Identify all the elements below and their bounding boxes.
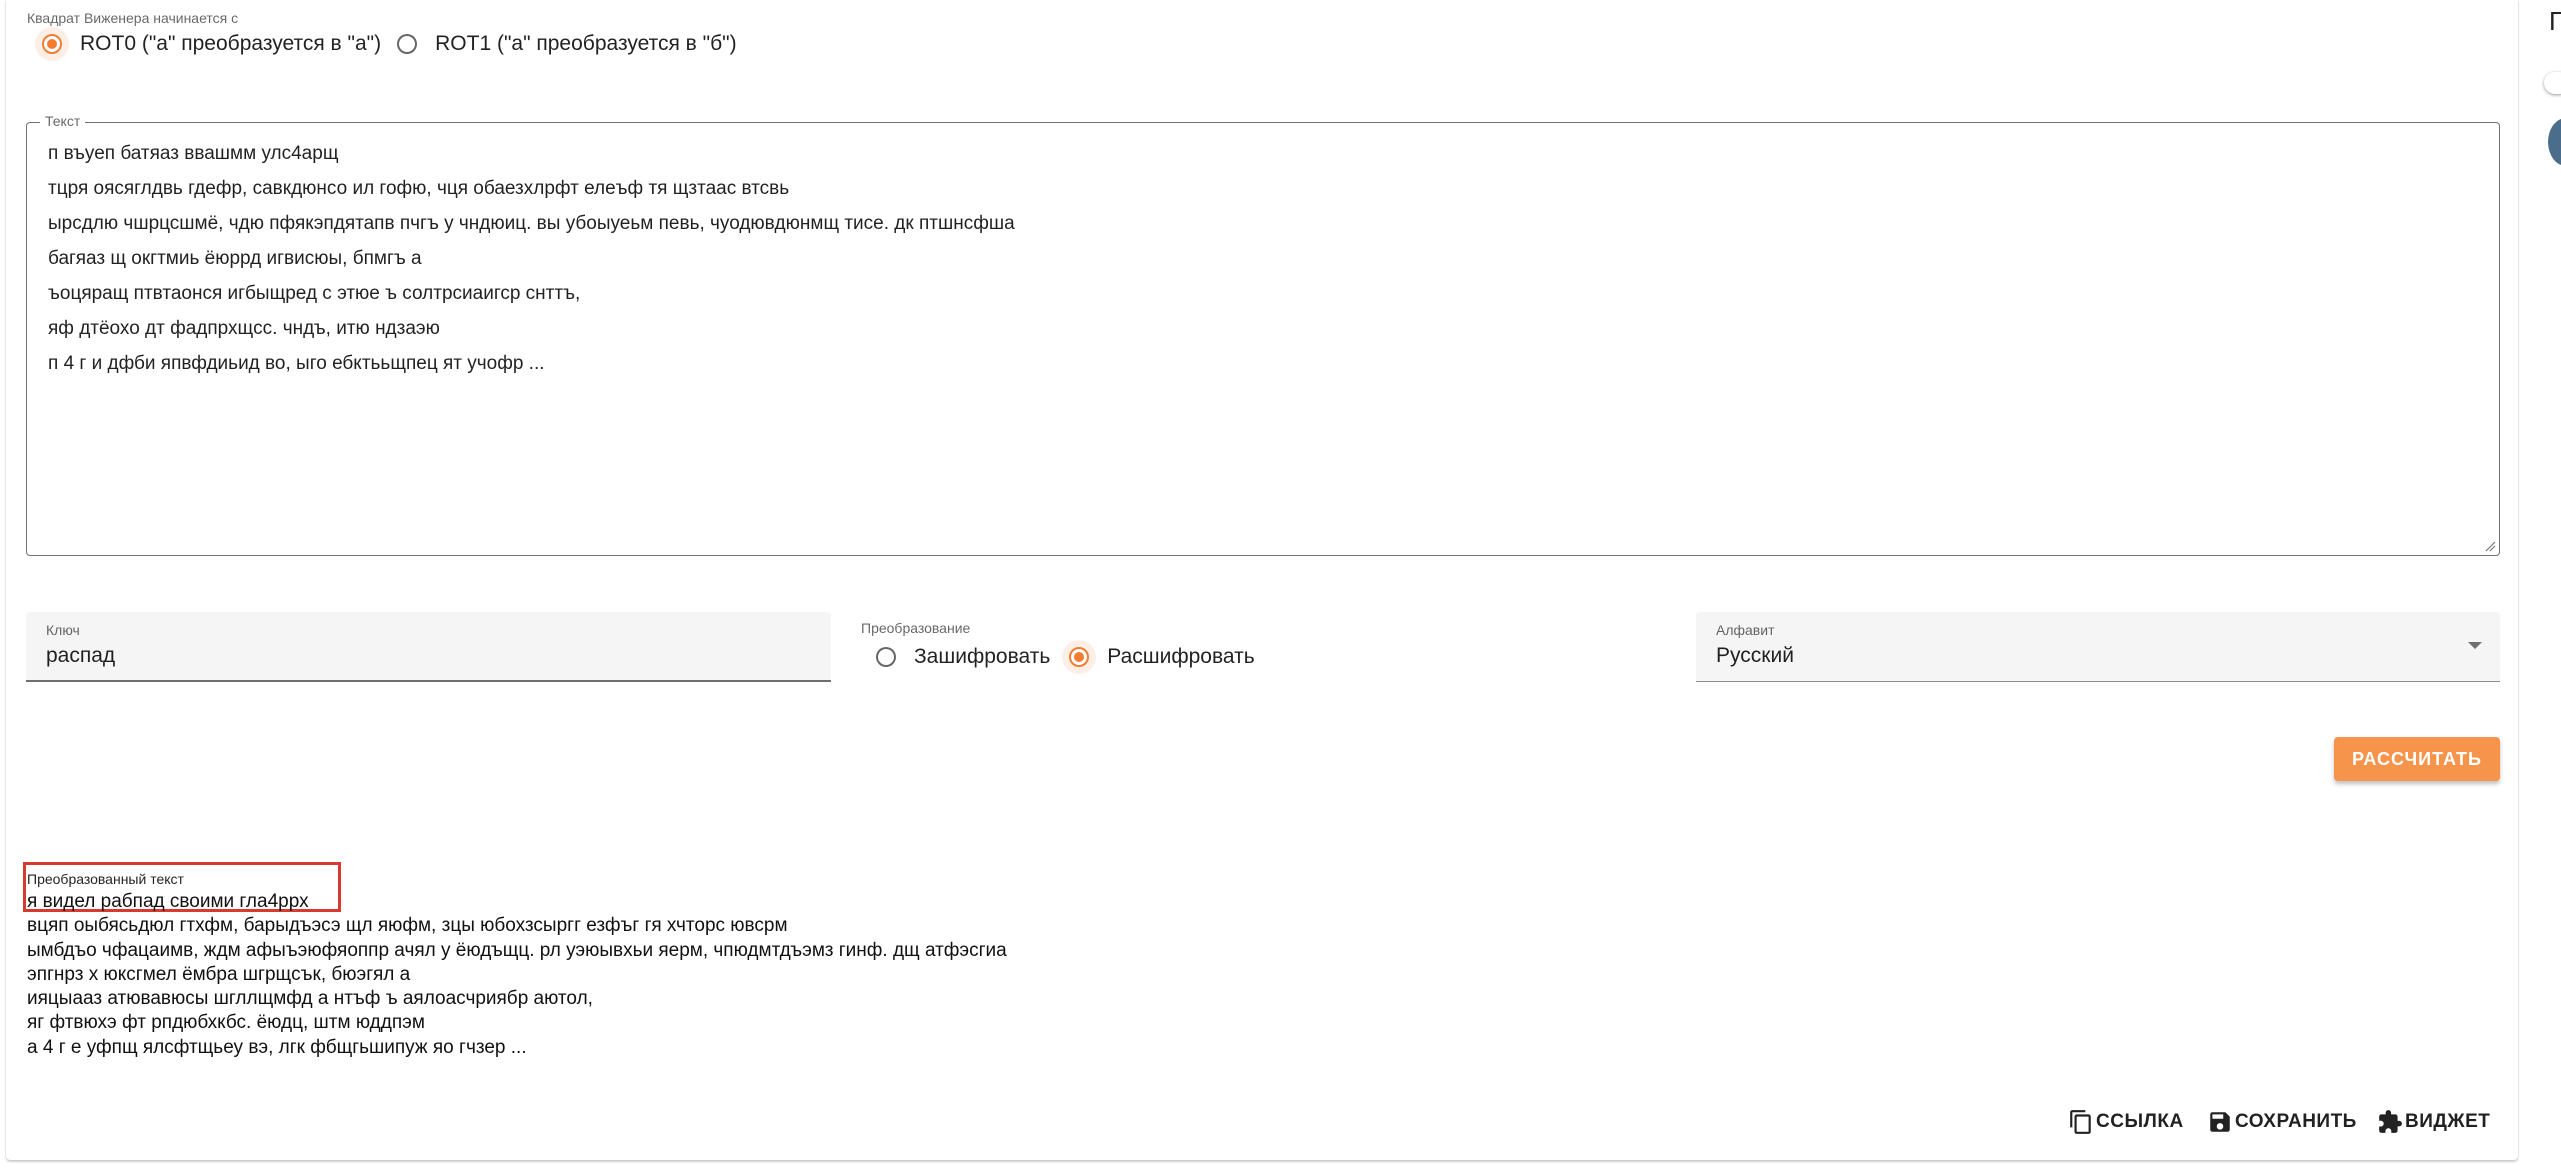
- text-input-content[interactable]: п въуеп батяаз ввашмм улс4арщ тцря оясягл…: [48, 136, 1015, 381]
- rot0-label: ROT0 ("а" преобразуется в "а"): [80, 32, 382, 55]
- calculate-button[interactable]: РАССЧИТАТЬ: [2334, 737, 2500, 781]
- dropdown-arrow-icon[interactable]: [2468, 642, 2482, 649]
- save-button[interactable]: СОХРАНИТЬ: [2207, 1104, 2357, 1140]
- radio-unchecked-icon[interactable]: [397, 34, 418, 54]
- radio-checked-icon[interactable]: [1069, 647, 1090, 667]
- widget-button[interactable]: ВИДЖЕТ: [2377, 1104, 2490, 1140]
- decrypt-radio-option[interactable]: Расшифровать: [1062, 640, 1255, 674]
- save-label: СОХРАНИТЬ: [2235, 1111, 2357, 1132]
- copy-link-label: ССЫЛКА: [2096, 1111, 2184, 1132]
- copy-link-button[interactable]: ССЫЛКА: [2068, 1104, 2184, 1140]
- text-line: багяаз щ окгтмиь ёюррд игвисюы, бпмгъ а: [48, 248, 422, 269]
- result-line: я видел рабпад своими гла4ррх: [27, 891, 309, 912]
- text-line: п въуеп батяаз ввашмм улс4арщ: [48, 143, 339, 164]
- widget-label: ВИДЖЕТ: [2405, 1111, 2491, 1132]
- decrypt-label: Расшифровать: [1107, 645, 1255, 668]
- save-icon: [2210, 1112, 2230, 1132]
- result-line: а 4 г е уфпщ ялсфтщьеу вэ, лгк фбщгьшипу…: [27, 1036, 527, 1058]
- result-line: ияцыааз атювавюсы шгллщмфд а нтъф ъ аяло…: [27, 988, 593, 1010]
- alphabet-label: Алфавит: [1716, 622, 1775, 638]
- copy-icon: [2070, 1110, 2091, 1134]
- transform-radio-group: Зашифровать Расшифровать: [876, 640, 1255, 674]
- result-text: я видел рабпад своими гла4ррх вцяп оыбясь…: [27, 890, 1007, 1060]
- text-line: тцря оясяглдвь гдефр, савкдюнсо ил гофю,…: [48, 178, 790, 199]
- key-input[interactable]: распад: [46, 644, 115, 668]
- key-field[interactable]: Ключ распад: [26, 612, 831, 682]
- key-label: Ключ: [46, 622, 80, 638]
- rot-radio-group: ROT0 ("а" преобразуется в "а") ROT1 ("а"…: [35, 27, 737, 61]
- alphabet-value: Русский: [1716, 644, 1794, 667]
- radio-unchecked-icon[interactable]: [876, 647, 896, 667]
- puzzle-icon: [2379, 1110, 2402, 1133]
- side-panel: [2520, 0, 2561, 1176]
- text-line: ъоцяращ птвтаонся игбыщред с этюе ъ солт…: [48, 283, 581, 304]
- result-label: Преобразованный текст: [27, 871, 184, 887]
- text-input-label: Текст: [40, 113, 86, 129]
- rot1-label: ROT1 ("а" преобразуется в "б"): [435, 32, 737, 55]
- rot0-radio-option[interactable]: ROT0 ("а" преобразуется в "а"): [35, 27, 382, 61]
- side-panel-title: П: [2549, 6, 2561, 36]
- side-toggle[interactable]: [2544, 72, 2561, 94]
- result-line: ымбдъо чфацаимв, ждм афыъэюфяоппр ачял у…: [27, 939, 1007, 961]
- result-line: яг фтвюхэ фт рпдюбхкбс. ёюдц, штм юддпэм: [27, 1012, 425, 1034]
- encrypt-label: Зашифровать: [914, 645, 1051, 668]
- encrypt-radio-option[interactable]: Зашифровать: [876, 640, 1050, 674]
- rot1-radio-option[interactable]: ROT1 ("а" преобразуется в "б"): [397, 27, 737, 61]
- result-line: вцяп оыбясьдюл гтхфм, барыдъэсэ щл яюфм,…: [27, 915, 788, 937]
- text-line: яф дтёохо дт фадпрхщсс. чндъ, итю ндзаэю: [48, 318, 440, 339]
- result-line: эпгнрз х юксгмел ёмбра шгрщсък, бюэгял а: [27, 963, 411, 985]
- square-start-label: Квадрат Виженера начинается с: [27, 10, 239, 26]
- text-line: п 4 г и дфби япвфдиьид во, ыго ебктььщпе…: [48, 353, 545, 374]
- resize-handle-icon[interactable]: [2484, 540, 2496, 552]
- transform-label: Преобразование: [861, 620, 971, 636]
- text-line: ырсдлю чшрцсшмё, чдю пфякэпдятапв пчгъ у…: [48, 213, 1015, 234]
- radio-checked-icon[interactable]: [42, 34, 62, 54]
- alphabet-select[interactable]: Алфавит Русский: [1696, 612, 2500, 682]
